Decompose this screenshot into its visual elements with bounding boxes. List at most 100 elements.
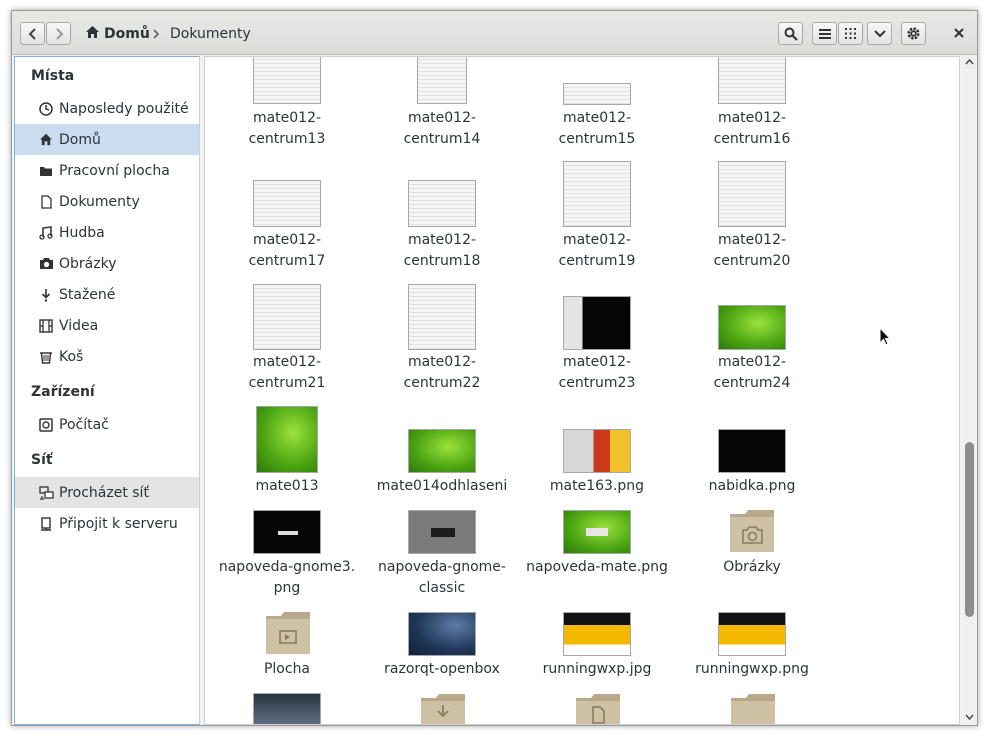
file-label: napoveda-gnome-classic bbox=[378, 559, 506, 596]
file-thumbnail[interactable] bbox=[718, 161, 786, 227]
file-label: mate012- centrum18 bbox=[403, 232, 481, 269]
file-icon-view[interactable]: mate012- centrum13 mate012- centrum14 mate… bbox=[204, 56, 960, 725]
file-thumbnail[interactable] bbox=[718, 429, 786, 473]
file-thumbnail[interactable] bbox=[253, 180, 321, 227]
sidebar-item-desktop[interactable]: Pracovní plocha bbox=[15, 155, 199, 186]
file-label: napoveda-gnome3. png bbox=[218, 559, 356, 596]
file-label: mate012- centrum14 bbox=[403, 110, 481, 147]
file-label: mate012- centrum16 bbox=[713, 110, 791, 147]
sidebar-item-label: Domů bbox=[59, 131, 101, 148]
sidebar-item-computer[interactable]: Počítač bbox=[15, 409, 199, 440]
file-thumbnail[interactable] bbox=[563, 510, 631, 554]
sidebar-item-label: Připojit k serveru bbox=[59, 515, 178, 532]
file-thumbnail[interactable] bbox=[408, 284, 476, 350]
breadcrumb-home-label: Domů bbox=[104, 26, 150, 42]
file-thumbnail[interactable] bbox=[563, 83, 631, 105]
sidebar-item-label: Procházet síť bbox=[59, 484, 149, 501]
file-thumbnail[interactable] bbox=[417, 57, 467, 104]
back-button[interactable] bbox=[20, 22, 45, 45]
folder-pictures-icon[interactable] bbox=[729, 509, 775, 557]
file-label: runningwxp.jpg bbox=[542, 661, 652, 677]
sidebar-item-pictures[interactable]: Obrázky bbox=[15, 248, 199, 279]
file-thumbnail[interactable] bbox=[563, 429, 631, 473]
file-thumbnail[interactable] bbox=[253, 57, 321, 104]
file-thumbnail[interactable] bbox=[253, 284, 321, 350]
list-view-icon bbox=[818, 28, 831, 39]
close-window-button[interactable] bbox=[948, 22, 970, 44]
gear-icon bbox=[907, 27, 920, 40]
file-thumbnail[interactable] bbox=[563, 161, 631, 227]
scroll-up-icon[interactable] bbox=[962, 56, 977, 68]
sidebar-item-label: Stažené bbox=[59, 286, 116, 303]
breadcrumb-home[interactable]: Domů bbox=[85, 23, 150, 45]
camera-icon bbox=[38, 256, 54, 272]
sidebar-item-music[interactable]: Hudba bbox=[15, 217, 199, 248]
home-icon bbox=[85, 25, 100, 43]
file-label: napoveda-mate.png bbox=[526, 559, 668, 575]
file-label: mate012- centrum23 bbox=[558, 354, 636, 391]
header-bar: Domů Dokumenty bbox=[12, 11, 977, 55]
sidebar-item-documents[interactable]: Dokumenty bbox=[15, 186, 199, 217]
mouse-pointer-icon bbox=[879, 326, 892, 351]
sidebar-item-label: Naposledy použité bbox=[59, 100, 189, 117]
clock-icon bbox=[38, 101, 54, 117]
file-label: mate014odhlaseni bbox=[376, 478, 508, 494]
sidebar: Místa Naposledy použité Domů Pracovní pl… bbox=[14, 56, 200, 725]
folder-documents-icon[interactable] bbox=[575, 693, 621, 724]
file-label: nabidka.png bbox=[708, 478, 796, 494]
file-label: mate013 bbox=[255, 478, 319, 494]
sidebar-item-recent[interactable]: Naposledy použité bbox=[15, 93, 199, 124]
list-view-button[interactable] bbox=[812, 22, 837, 45]
file-thumbnail[interactable] bbox=[408, 510, 476, 554]
folder-icon[interactable] bbox=[730, 693, 776, 724]
sidebar-item-label: Koš bbox=[59, 348, 84, 365]
sidebar-item-trash[interactable]: Koš bbox=[15, 341, 199, 372]
file-thumbnail[interactable] bbox=[253, 693, 321, 724]
forward-arrow-icon bbox=[55, 27, 63, 40]
file-thumbnail[interactable] bbox=[718, 57, 786, 104]
sidebar-item-label: Videa bbox=[59, 317, 99, 334]
file-thumbnail[interactable] bbox=[408, 429, 476, 473]
file-label: mate163.png bbox=[549, 478, 645, 494]
file-label: mate012- centrum21 bbox=[248, 354, 326, 391]
scroll-down-icon[interactable] bbox=[962, 711, 977, 723]
sidebar-item-label: Počítač bbox=[59, 416, 109, 433]
breadcrumb-current[interactable]: Dokumenty bbox=[170, 23, 251, 45]
folder-desktop-icon[interactable] bbox=[265, 611, 311, 659]
file-thumbnail[interactable] bbox=[253, 510, 321, 554]
music-icon bbox=[38, 225, 54, 241]
file-thumbnail[interactable] bbox=[408, 180, 476, 227]
sidebar-item-downloads[interactable]: Stažené bbox=[15, 279, 199, 310]
grid-view-button[interactable] bbox=[838, 22, 863, 45]
close-icon bbox=[954, 28, 964, 38]
file-label: mate012- centrum13 bbox=[248, 110, 326, 147]
sidebar-item-connect-server[interactable]: Připojit k serveru bbox=[15, 508, 199, 539]
sidebar-item-videos[interactable]: Videa bbox=[15, 310, 199, 341]
sidebar-item-home[interactable]: Domů bbox=[15, 124, 199, 155]
forward-button[interactable] bbox=[46, 22, 71, 45]
file-label: mate012- centrum22 bbox=[403, 354, 481, 391]
file-thumbnail[interactable] bbox=[718, 612, 786, 656]
view-options-button[interactable] bbox=[867, 22, 892, 45]
file-label: mate012- centrum24 bbox=[713, 354, 791, 391]
film-icon bbox=[38, 318, 54, 334]
search-button[interactable] bbox=[778, 22, 803, 45]
settings-button[interactable] bbox=[901, 22, 926, 45]
sidebar-heading-devices: Zařízení bbox=[31, 384, 95, 400]
file-thumbnail[interactable] bbox=[563, 612, 631, 656]
file-thumbnail[interactable] bbox=[718, 305, 786, 350]
file-label: mate012- centrum20 bbox=[713, 232, 791, 269]
download-icon bbox=[38, 287, 54, 303]
back-arrow-icon bbox=[28, 27, 36, 40]
file-thumbnail[interactable] bbox=[256, 406, 318, 473]
scrollbar-thumb[interactable] bbox=[965, 442, 974, 617]
sidebar-item-browse-network[interactable]: Procházet síť bbox=[15, 477, 199, 508]
file-thumbnail[interactable] bbox=[408, 612, 476, 656]
file-manager-window: Domů Dokumenty Místa Naposledy použité D… bbox=[11, 10, 978, 726]
breadcrumb-separator-icon bbox=[152, 23, 160, 45]
vertical-scrollbar[interactable] bbox=[962, 56, 977, 725]
file-thumbnail[interactable] bbox=[563, 296, 631, 350]
document-icon bbox=[38, 194, 54, 210]
sidebar-item-label: Dokumenty bbox=[59, 193, 140, 210]
folder-downloads-icon[interactable] bbox=[420, 693, 466, 724]
